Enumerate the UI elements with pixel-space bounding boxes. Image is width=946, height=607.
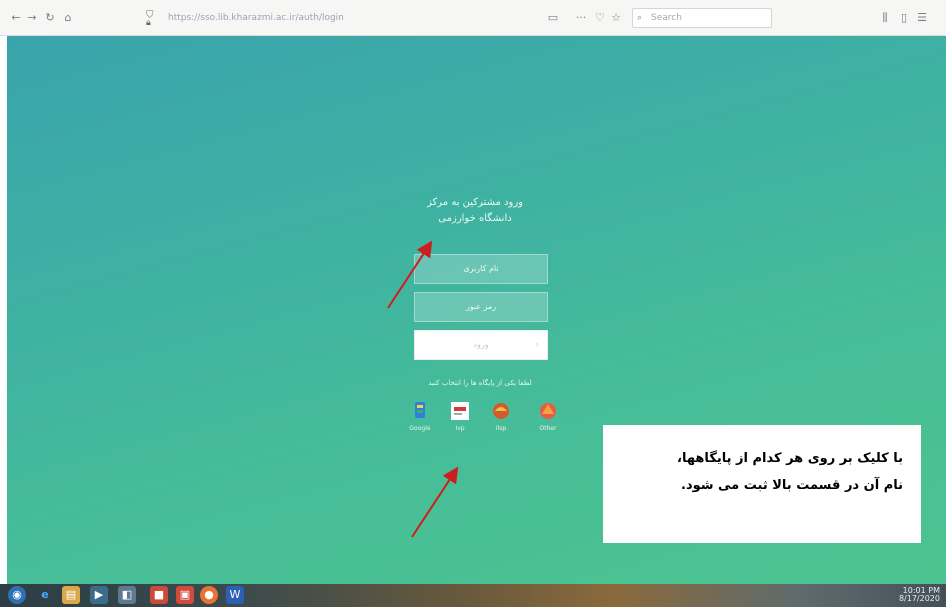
login-button[interactable]: ورود › (414, 330, 548, 360)
app-icon[interactable]: ◧ (118, 586, 136, 604)
portal-other[interactable]: Other (531, 400, 565, 432)
portal-ivp[interactable]: Ivp (443, 400, 477, 432)
windows-taskbar: ◉ e ▤ ▶ ◧ ■ ▣ ● W 10:01 PM 8/17/2020 (0, 584, 946, 607)
username-input[interactable]: نام کاربری (414, 254, 548, 284)
portal-ilsp[interactable]: Ilsp (484, 400, 518, 432)
pocket-icon[interactable]: ♡ (594, 11, 606, 25)
system-tray[interactable]: 10:01 PM 8/17/2020 (899, 587, 940, 603)
search-placeholder: Search (651, 13, 682, 23)
media-icon[interactable]: ▶ (90, 586, 108, 604)
chevron-right-icon: › (535, 340, 539, 350)
more-actions-icon[interactable]: ··· (574, 11, 588, 25)
portal-google[interactable]: Google (403, 400, 437, 432)
back-icon[interactable]: ← (10, 11, 22, 25)
portal-other-name: Other (539, 425, 557, 432)
explorer-icon[interactable]: ▤ (62, 586, 80, 604)
account-icon[interactable]: ☰ (916, 11, 928, 25)
url-text: https://sso.lib.kharazmi.ac.ir/auth/logi… (168, 13, 344, 23)
reader-view-icon[interactable]: ▭ (546, 11, 560, 25)
login-title-line1: ورود مشترکین به مرکز (427, 197, 523, 208)
sidebar-icon[interactable]: ▯ (898, 11, 910, 25)
search-box[interactable]: ⌕ Search (632, 8, 772, 28)
lock-icon: 🔒︎ (146, 18, 151, 28)
annotation-line2: نام آن در قسمت بالا ثبت می شود. (680, 478, 903, 493)
url-bar[interactable]: 🔒︎ https://sso.lib.kharazmi.ac.ir/auth/l… (138, 8, 388, 28)
word-icon[interactable]: W (226, 586, 244, 604)
portal-google-name: Google (409, 425, 431, 432)
search-icon: ⌕ (637, 13, 643, 23)
annotation-note: با کلیک بر روی هر کدام از پایگاهها، نام … (603, 425, 921, 543)
other-portal-logo-icon (540, 403, 556, 419)
login-button-label: ورود (473, 340, 489, 349)
app2-icon[interactable]: ▣ (176, 586, 194, 604)
tray-date: 8/17/2020 (898, 594, 940, 603)
ie-icon[interactable]: e (36, 586, 54, 604)
forward-icon[interactable]: → (26, 11, 38, 25)
browser-toolbar: ← → ↻ ⌂ ⛉ 🔒︎ https://sso.lib.kharazmi.ac… (0, 0, 946, 36)
login-title-line2: دانشگاه خوارزمی (438, 213, 512, 224)
ivp-logo-icon (451, 402, 469, 420)
choose-portal-label: لطفا یکی از پایگاه ها را انتخاب کنید (428, 379, 532, 387)
pdf-icon[interactable]: ■ (150, 586, 168, 604)
firefox-icon[interactable]: ● (200, 586, 218, 604)
password-input[interactable]: رمز عبور (414, 292, 548, 322)
login-title: ورود مشترکین به مرکز دانشگاه خوارزمی (410, 195, 540, 227)
portal-ivp-name: Ivp (455, 425, 465, 432)
home-icon[interactable]: ⌂ (62, 11, 74, 25)
library-icon[interactable]: ⫼ (878, 11, 892, 25)
reload-icon[interactable]: ↻ (44, 11, 56, 25)
bookmark-star-icon[interactable]: ☆ (610, 11, 622, 25)
google-logo-icon (415, 402, 425, 418)
start-button-icon[interactable]: ◉ (8, 586, 26, 604)
ilsp-logo-icon (493, 403, 509, 419)
portal-ilsp-name: Ilsp (495, 425, 507, 432)
annotation-line1: با کلیک بر روی هر کدام از پایگاهها، (677, 451, 903, 466)
